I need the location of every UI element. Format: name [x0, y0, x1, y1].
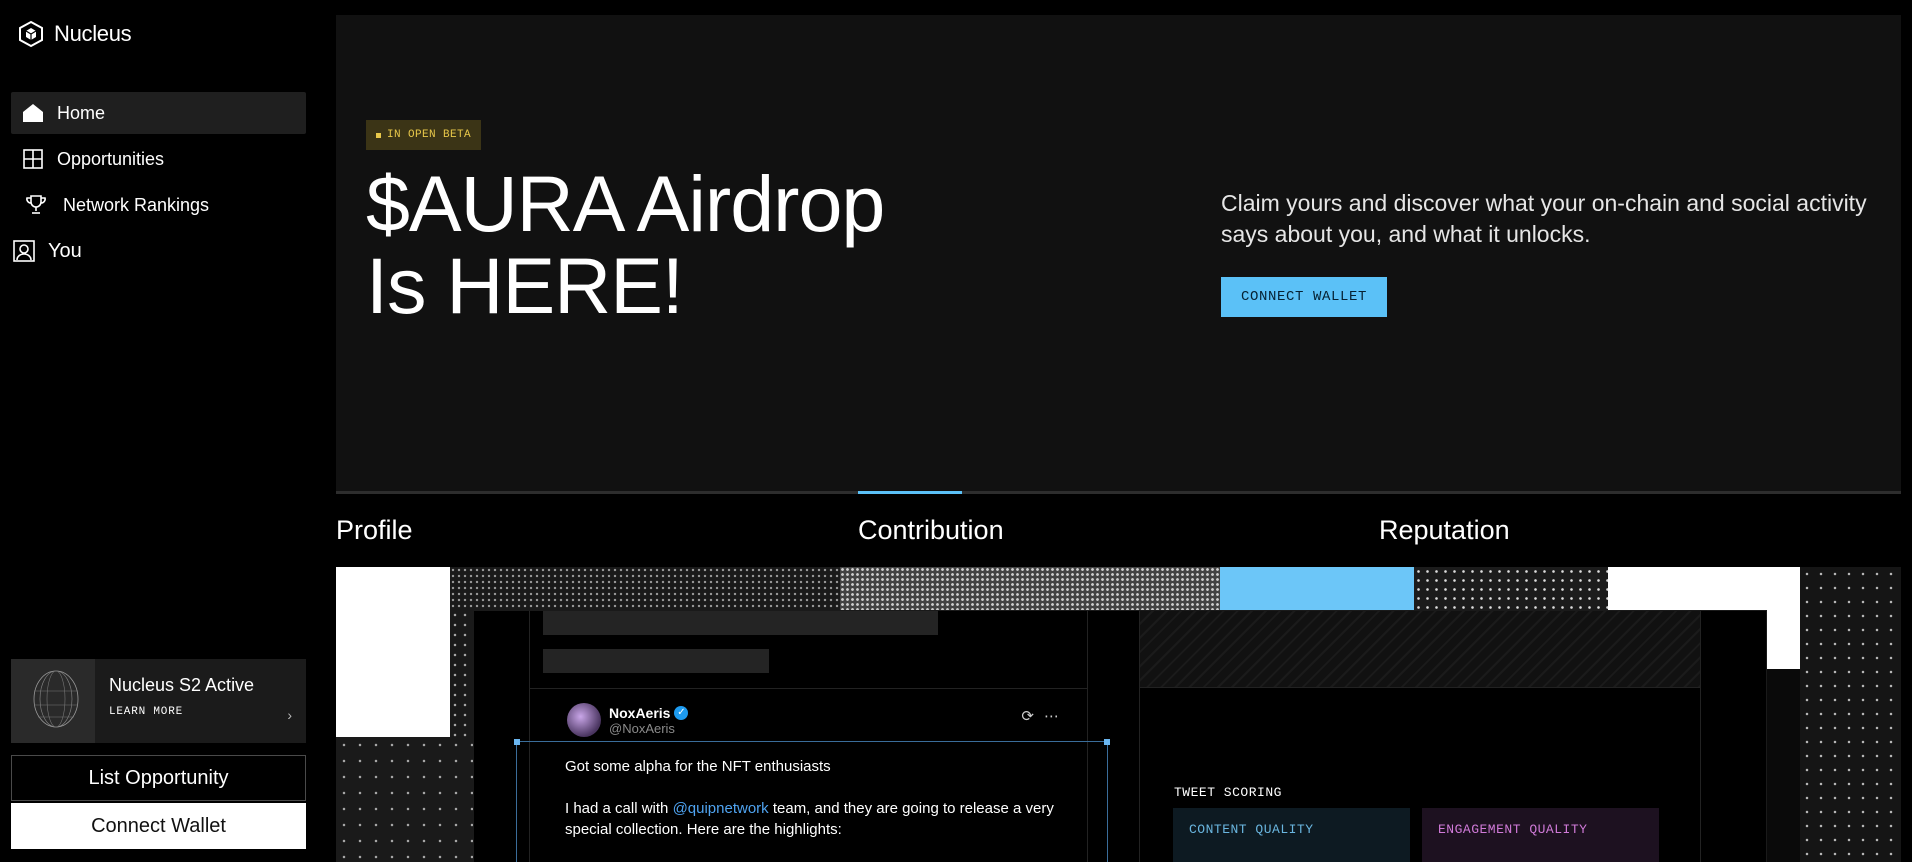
- connect-wallet-button[interactable]: Connect Wallet: [11, 803, 306, 849]
- user-icon: [13, 240, 35, 262]
- tab-profile[interactable]: Profile: [336, 515, 413, 546]
- more-options-icon[interactable]: ⋯: [1044, 707, 1059, 725]
- list-opportunity-button[interactable]: List Opportunity: [11, 755, 306, 801]
- author-name: NoxAeris ✓: [609, 704, 689, 721]
- tweet-line-2: I had a call with @quipnetwork team, and…: [565, 798, 1085, 840]
- sidebar-item-label: You: [48, 239, 82, 262]
- feature-showcase: NoxAeris ✓ @NoxAeris ⟳ ⋯ Got some alpha …: [336, 567, 1901, 862]
- app-name: Nucleus: [54, 21, 132, 46]
- skeleton-line: [543, 611, 938, 635]
- tweet-author: NoxAeris ✓ @NoxAeris: [567, 703, 689, 737]
- avatar: [567, 703, 601, 737]
- promo-card[interactable]: Nucleus S2 Active LEARN MORE ›: [11, 659, 306, 743]
- app-preview-panel: NoxAeris ✓ @NoxAeris ⟳ ⋯ Got some alpha …: [473, 610, 1767, 862]
- wireframe-head-icon: [33, 670, 79, 728]
- skeleton-line: [543, 649, 769, 673]
- tab-reputation[interactable]: Reputation: [1379, 515, 1510, 546]
- sidebar-item-home[interactable]: Home: [11, 92, 306, 134]
- refresh-icon[interactable]: ⟳: [1021, 707, 1034, 725]
- feature-tabs: Profile Contribution Reputation: [336, 491, 1901, 567]
- sidebar-item-label: Home: [57, 102, 106, 123]
- decor-block: [336, 567, 450, 737]
- engagement-quality-card: ENGAGEMENT QUALITY: [1422, 808, 1659, 862]
- learn-more-link[interactable]: LEARN MORE: [109, 706, 306, 718]
- sidebar-item-you[interactable]: You: [2, 230, 297, 272]
- chevron-right-icon: ›: [287, 707, 292, 723]
- tabs-divider: [336, 491, 1901, 494]
- author-handle: @NoxAeris: [609, 720, 675, 736]
- hero-banner: IN OPEN BETA $AURA Airdrop Is HERE! Clai…: [336, 15, 1901, 493]
- mention-link[interactable]: @quipnetwork: [673, 800, 769, 817]
- content-quality-card: CONTENT QUALITY: [1173, 808, 1410, 862]
- sidebar-item-label: Network Rankings: [63, 194, 210, 215]
- decor-noise: [1800, 567, 1901, 862]
- hero-description: Claim yours and discover what your on-ch…: [1221, 190, 1867, 247]
- decor-noise: [336, 737, 473, 862]
- tweet-line-1: Got some alpha for the NFT enthusiasts: [565, 758, 831, 775]
- divider: [530, 688, 1087, 689]
- badge-label: IN OPEN BETA: [387, 129, 472, 141]
- grid-icon: [23, 149, 43, 169]
- hero-headline: $AURA Airdrop Is HERE!: [366, 163, 885, 330]
- verified-badge-icon: ✓: [674, 705, 689, 720]
- home-icon: [23, 104, 43, 122]
- hatched-header: [1140, 611, 1700, 688]
- decor-noise: [1414, 567, 1608, 610]
- author-name-text: NoxAeris: [609, 704, 671, 721]
- resize-handle[interactable]: [514, 739, 520, 745]
- tweet-actions: ⟳ ⋯: [1021, 707, 1059, 725]
- active-tab-indicator: [858, 491, 962, 494]
- tweet-scoring-label: TWEET SCORING: [1174, 785, 1282, 800]
- tweet-text: I had a call with: [565, 800, 673, 817]
- promo-title: Nucleus S2 Active: [109, 675, 255, 695]
- hero-connect-wallet-button[interactable]: CONNECT WALLET: [1221, 277, 1387, 317]
- open-beta-badge: IN OPEN BETA: [366, 120, 482, 150]
- decor-noise: [450, 610, 473, 737]
- tab-contribution[interactable]: Contribution: [858, 515, 1004, 546]
- tweet-card: NoxAeris ✓ @NoxAeris ⟳ ⋯ Got some alpha …: [514, 611, 1110, 862]
- trophy-icon: [26, 195, 46, 214]
- sidebar-item-network-rankings[interactable]: Network Rankings: [11, 184, 306, 226]
- resize-handle[interactable]: [1104, 739, 1110, 745]
- sidebar-item-label: Opportunities: [57, 148, 165, 169]
- decor-noise: [450, 567, 840, 610]
- decor-noise: [840, 567, 1240, 610]
- headline-line-2: Is HERE!: [366, 241, 684, 330]
- sidebar-item-opportunities[interactable]: Opportunities: [11, 138, 306, 180]
- decor-accent-block: [1220, 567, 1414, 610]
- tweet-body: Got some alpha for the NFT enthusiasts I…: [565, 756, 1085, 840]
- promo-thumbnail: [11, 659, 95, 743]
- sidebar: Nucleus Home Opportunities Network Ranki…: [0, 0, 320, 862]
- tweet-scoring-panel: TWEET SCORING CONTENT QUALITY ENGAGEMENT…: [1139, 611, 1701, 862]
- headline-line-1: $AURA Airdrop: [366, 159, 885, 248]
- nucleus-logo-icon: [19, 20, 43, 48]
- badge-dot-icon: [376, 132, 381, 138]
- app-logo[interactable]: Nucleus: [18, 20, 132, 48]
